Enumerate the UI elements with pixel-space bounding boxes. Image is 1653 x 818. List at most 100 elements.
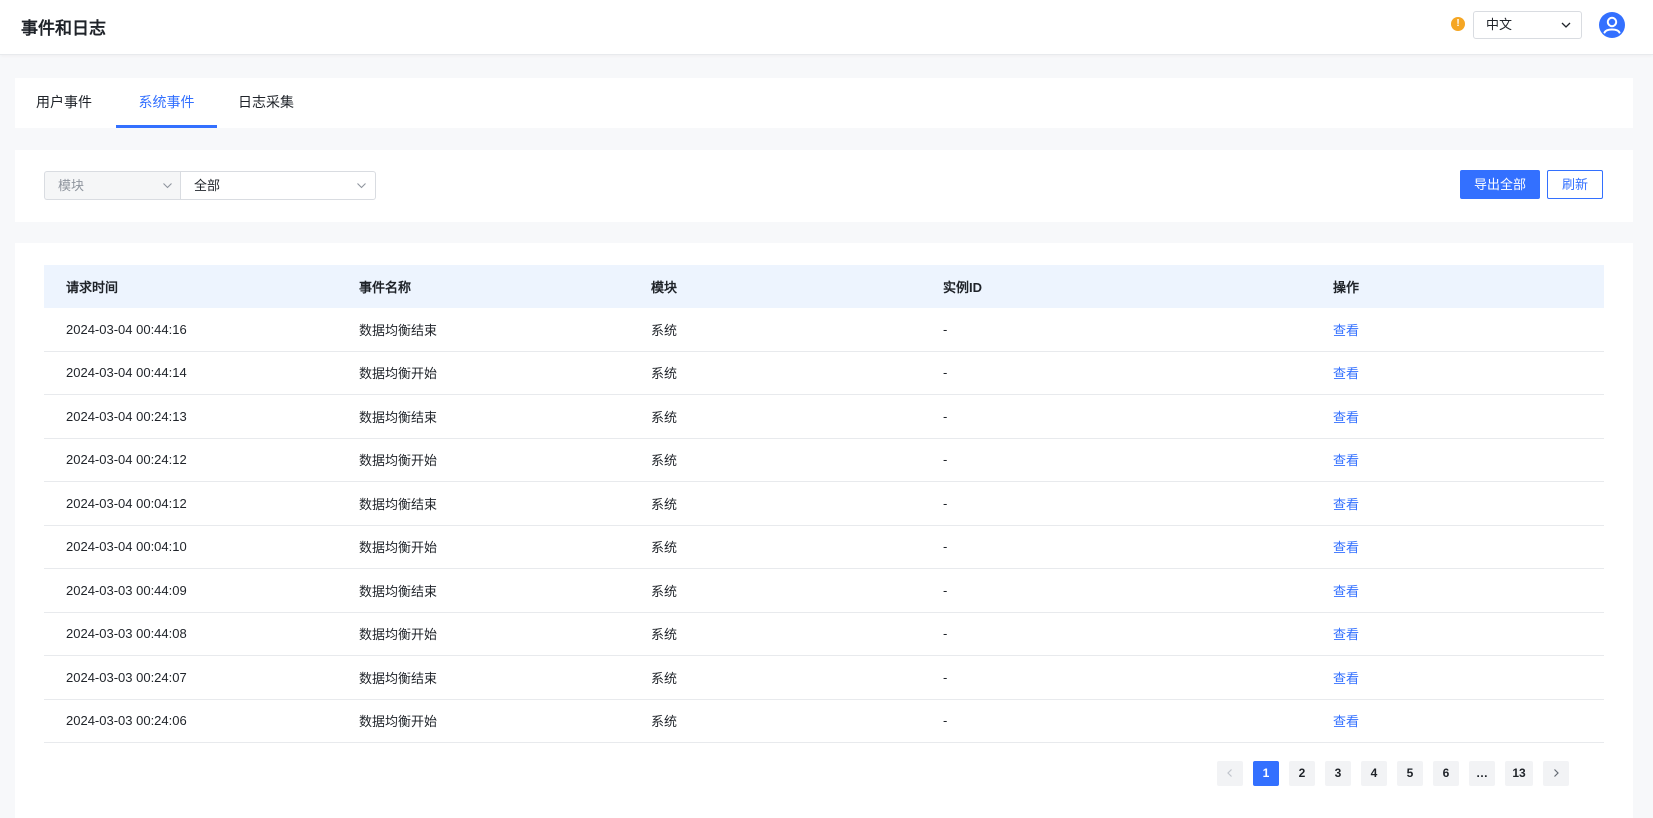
cell-module: 系统 [651, 453, 678, 469]
view-link[interactable]: 查看 [1333, 668, 1533, 687]
language-select-value: 中文 [1486, 17, 1513, 32]
cell-event-name: 数据均衡结束 [359, 409, 438, 425]
table-row: 2024-03-04 00:24:12 数据均衡开始 系统 - 查看 [44, 439, 1604, 482]
page-title: 事件和日志 [21, 19, 106, 38]
cell-module: 系统 [651, 627, 678, 643]
cell-instance-id: - [943, 495, 948, 511]
page-button[interactable]: 13 [1505, 761, 1533, 786]
table-row: 2024-03-04 00:44:14 数据均衡开始 系统 - 查看 [44, 352, 1604, 395]
tab-user-events[interactable]: 用户事件 [36, 78, 92, 128]
cell-instance-id: - [943, 582, 948, 598]
page-button[interactable]: 6 [1433, 761, 1459, 786]
table-row: 2024-03-04 00:24:13 数据均衡结束 系统 - 查看 [44, 395, 1604, 439]
module-filter-value: 全部 [194, 178, 221, 193]
tabs-bar: 用户事件 系统事件 日志采集 [15, 78, 1633, 128]
view-link[interactable]: 查看 [1333, 537, 1533, 556]
cell-time: 2024-03-03 00:24:07 [66, 669, 187, 685]
table-body: 2024-03-04 00:44:16 数据均衡结束 系统 - 查看 2024-03-04… [44, 308, 1604, 743]
table-row: 2024-03-04 00:44:16 数据均衡结束 系统 - 查看 [44, 308, 1604, 352]
cell-module: 系统 [651, 496, 678, 512]
table-header: 请求时间 事件名称 模块 实例ID 操作 [44, 265, 1604, 308]
page-button[interactable]: … [1469, 761, 1495, 786]
tab-log-collection[interactable]: 日志采集 [238, 78, 294, 128]
column-header-instance-id: 实例ID [943, 280, 983, 295]
module-filter-label-text: 模块 [58, 178, 85, 193]
cell-time: 2024-03-03 00:24:06 [66, 713, 187, 729]
table-row: 2024-03-03 00:24:06 数据均衡开始 系统 - 查看 [44, 700, 1604, 743]
cell-module: 系统 [651, 409, 678, 425]
cell-module: 系统 [651, 583, 678, 599]
warning-icon[interactable]: ! [1451, 17, 1465, 31]
view-link[interactable]: 查看 [1333, 624, 1533, 643]
cell-time: 2024-03-04 00:24:13 [66, 408, 187, 424]
module-filter-select[interactable]: 全部 [180, 171, 376, 200]
top-bar: 事件和日志 ! 中文 [0, 0, 1653, 55]
events-table-card: 请求时间 事件名称 模块 实例ID 操作 2024-03-04 00:44:16… [15, 243, 1633, 818]
cell-time: 2024-03-04 00:04:10 [66, 539, 187, 555]
cell-time: 2024-03-04 00:04:12 [66, 495, 187, 511]
column-header-action: 操作 [1333, 280, 1360, 295]
view-link[interactable]: 查看 [1333, 320, 1533, 339]
cell-instance-id: - [943, 669, 948, 685]
page-button[interactable]: 2 [1289, 761, 1315, 786]
cell-event-name: 数据均衡开始 [359, 366, 438, 382]
cell-module: 系统 [651, 714, 678, 730]
filter-bar: 模块 全部 导出全部 刷新 [15, 150, 1633, 222]
cell-event-name: 数据均衡开始 [359, 453, 438, 469]
chevron-down-icon [1561, 22, 1571, 28]
cell-event-name: 数据均衡结束 [359, 496, 438, 512]
cell-module: 系统 [651, 540, 678, 556]
cell-module: 系统 [651, 366, 678, 382]
cell-time: 2024-03-03 00:44:09 [66, 582, 187, 598]
cell-instance-id: - [943, 365, 948, 381]
refresh-button[interactable]: 刷新 [1547, 170, 1603, 199]
cell-time: 2024-03-04 00:24:12 [66, 452, 187, 468]
cell-instance-id: - [943, 713, 948, 729]
column-header-module: 模块 [651, 280, 678, 295]
view-link[interactable]: 查看 [1333, 711, 1533, 730]
module-filter-label[interactable]: 模块 [44, 171, 181, 200]
chevron-right-icon[interactable] [1543, 761, 1569, 786]
table-row: 2024-03-04 00:04:12 数据均衡结束 系统 - 查看 [44, 482, 1604, 526]
events-table: 请求时间 事件名称 模块 实例ID 操作 2024-03-04 00:44:16… [44, 265, 1604, 743]
cell-time: 2024-03-04 00:44:14 [66, 365, 187, 381]
page-button[interactable]: 1 [1253, 761, 1279, 786]
cell-instance-id: - [943, 539, 948, 555]
tab-system-events[interactable]: 系统事件 [116, 78, 217, 128]
cell-instance-id: - [943, 452, 948, 468]
page-button[interactable]: 3 [1325, 761, 1351, 786]
cell-module: 系统 [651, 670, 678, 686]
page-button[interactable]: 5 [1397, 761, 1423, 786]
view-link[interactable]: 查看 [1333, 581, 1533, 600]
chevron-left-icon[interactable] [1217, 761, 1243, 786]
column-header-time: 请求时间 [66, 280, 119, 295]
cell-event-name: 数据均衡开始 [359, 714, 438, 730]
cell-event-name: 数据均衡结束 [359, 583, 438, 599]
cell-event-name: 数据均衡结束 [359, 322, 438, 338]
table-row: 2024-03-03 00:44:08 数据均衡开始 系统 - 查看 [44, 613, 1604, 656]
column-header-event-name: 事件名称 [359, 280, 412, 295]
chevron-down-icon [357, 183, 366, 189]
chevron-down-icon [163, 183, 172, 189]
cell-event-name: 数据均衡开始 [359, 540, 438, 556]
cell-instance-id: - [943, 408, 948, 424]
table-row: 2024-03-03 00:24:07 数据均衡结束 系统 - 查看 [44, 656, 1604, 700]
cell-event-name: 数据均衡结束 [359, 670, 438, 686]
view-link[interactable]: 查看 [1333, 363, 1533, 382]
page-button[interactable]: 4 [1361, 761, 1387, 786]
view-link[interactable]: 查看 [1333, 450, 1533, 469]
view-link[interactable]: 查看 [1333, 494, 1533, 513]
cell-instance-id: - [943, 626, 948, 642]
pagination: 1 2 3 4 5 6 … 13 [1217, 761, 1569, 786]
cell-instance-id: - [943, 321, 948, 337]
cell-event-name: 数据均衡开始 [359, 627, 438, 643]
export-all-button[interactable]: 导出全部 [1460, 170, 1540, 199]
user-avatar-icon[interactable] [1599, 12, 1625, 38]
cell-time: 2024-03-03 00:44:08 [66, 626, 187, 642]
cell-module: 系统 [651, 322, 678, 338]
language-select[interactable]: 中文 [1473, 11, 1582, 39]
table-row: 2024-03-04 00:04:10 数据均衡开始 系统 - 查看 [44, 526, 1604, 569]
table-row: 2024-03-03 00:44:09 数据均衡结束 系统 - 查看 [44, 569, 1604, 613]
view-link[interactable]: 查看 [1333, 407, 1533, 426]
cell-time: 2024-03-04 00:44:16 [66, 321, 187, 337]
